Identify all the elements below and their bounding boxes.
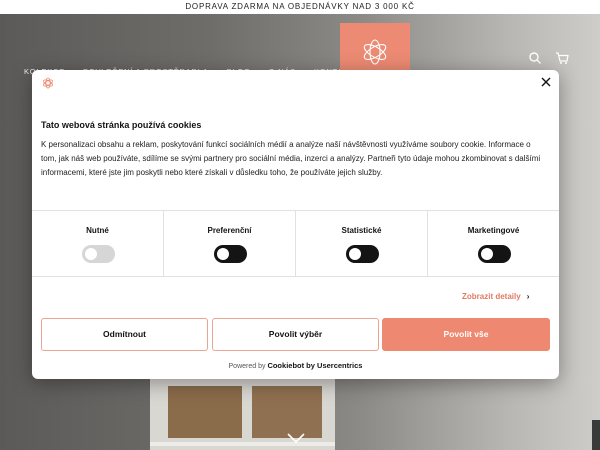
powered-prefix: Powered by xyxy=(228,363,266,370)
divider xyxy=(32,276,559,277)
consent-categories: Nutné Preferenční Statistické Marketingo… xyxy=(32,210,559,276)
close-icon[interactable] xyxy=(540,76,552,88)
powered-brand[interactable]: Cookiebot by Usercentrics xyxy=(267,361,362,370)
basket xyxy=(252,386,322,438)
category-preferences: Preferenční xyxy=(164,210,296,276)
show-details-label: Zobrazit detaily xyxy=(462,292,521,301)
deny-button[interactable]: Odmítnout xyxy=(41,318,208,351)
category-label: Marketingové xyxy=(467,226,520,235)
category-necessary: Nutné xyxy=(32,210,164,276)
flower-logo-icon xyxy=(363,39,387,65)
cookie-consent-dialog: Tato webová stránka používá cookies K pe… xyxy=(32,70,559,379)
category-label: Preferenční xyxy=(207,226,252,235)
powered-by: Powered by Cookiebot by Usercentrics xyxy=(32,361,559,370)
allow-all-button[interactable]: Povolit vše xyxy=(382,318,550,351)
scrollbar-strip xyxy=(592,420,600,450)
category-statistics: Statistické xyxy=(296,210,428,276)
category-label: Nutné xyxy=(86,226,109,235)
brand-mini-logo-icon xyxy=(43,77,53,89)
dialog-title: Tato webová stránka používá cookies xyxy=(41,120,202,130)
shelf-edge xyxy=(150,442,335,446)
scroll-down-chevron-icon[interactable] xyxy=(286,432,306,444)
dialog-body-text: K personalizaci obsahu a reklam, poskyto… xyxy=(41,140,541,177)
search-icon[interactable] xyxy=(528,51,542,65)
toggle-necessary xyxy=(81,245,115,263)
announcement-bar: DOPRAVA ZDARMA NA OBJEDNÁVKY NAD 3 000 K… xyxy=(0,0,600,14)
category-marketing: Marketingové xyxy=(428,210,559,276)
toggle-marketing[interactable] xyxy=(477,245,511,263)
show-details-link[interactable]: Zobrazit detaily › xyxy=(462,292,529,301)
toggle-statistics[interactable] xyxy=(345,245,379,263)
toggle-preferences[interactable] xyxy=(213,245,247,263)
basket xyxy=(168,386,242,438)
cart-icon[interactable] xyxy=(555,51,569,65)
category-label: Statistické xyxy=(341,226,382,235)
chevron-right-icon: › xyxy=(526,292,530,301)
allow-selection-button[interactable]: Povolit výběr xyxy=(212,318,379,351)
